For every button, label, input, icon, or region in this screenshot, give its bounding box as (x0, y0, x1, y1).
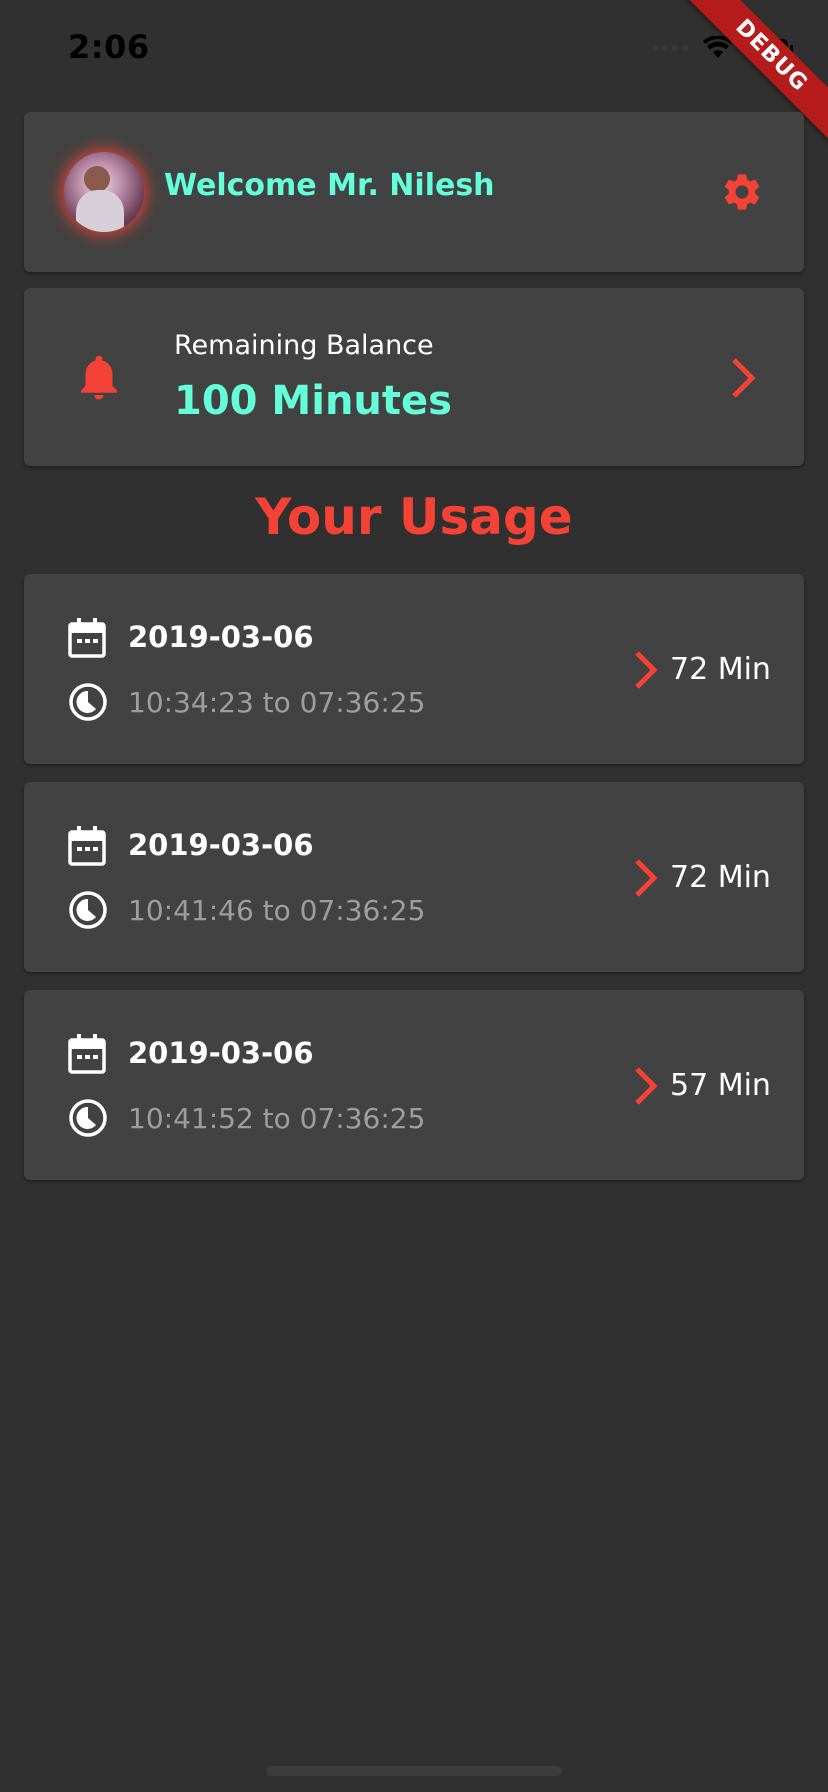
usage-duration: 72 Min (670, 860, 771, 895)
usage-list: 2019-03-06 10:34:23 to 07:36:25 72 Min 2… (0, 574, 828, 1198)
usage-duration: 72 Min (670, 652, 771, 687)
clock-icon (69, 683, 107, 721)
calendar-icon (68, 618, 106, 658)
usage-date: 2019-03-06 (128, 828, 314, 862)
balance-card[interactable]: Remaining Balance 100 Minutes (24, 288, 804, 466)
status-time: 2:06 (68, 28, 150, 66)
usage-item[interactable]: 2019-03-06 10:34:23 to 07:36:25 72 Min (24, 574, 804, 764)
avatar[interactable] (64, 152, 144, 232)
calendar-icon (68, 1034, 106, 1074)
chevron-right-icon (635, 651, 658, 689)
balance-value: 100 Minutes (174, 378, 452, 424)
signal-icon (652, 45, 688, 51)
chevron-right-icon[interactable] (728, 356, 758, 400)
usage-time-range: 10:34:23 to 07:36:25 (128, 686, 426, 719)
usage-time-range: 10:41:46 to 07:36:25 (128, 894, 426, 927)
balance-label: Remaining Balance (174, 330, 434, 361)
bell-icon (81, 355, 117, 400)
gear-icon[interactable] (720, 170, 764, 214)
clock-icon (69, 891, 107, 929)
chevron-right-icon (635, 859, 658, 897)
welcome-text: Welcome Mr. Nilesh (164, 168, 495, 203)
chevron-right-icon (635, 1067, 658, 1105)
home-indicator[interactable] (266, 1766, 562, 1776)
clock-icon (69, 1099, 107, 1137)
usage-title: Your Usage (255, 488, 573, 546)
calendar-icon (68, 826, 106, 866)
welcome-card: Welcome Mr. Nilesh (24, 112, 804, 272)
usage-time-range: 10:41:52 to 07:36:25 (128, 1102, 426, 1135)
usage-item[interactable]: 2019-03-06 10:41:46 to 07:36:25 72 Min (24, 782, 804, 972)
usage-duration: 57 Min (670, 1068, 771, 1103)
usage-date: 2019-03-06 (128, 620, 314, 654)
usage-date: 2019-03-06 (128, 1036, 314, 1070)
usage-item[interactable]: 2019-03-06 10:41:52 to 07:36:25 57 Min (24, 990, 804, 1180)
status-bar: 2:06 DEBUG (0, 0, 828, 151)
